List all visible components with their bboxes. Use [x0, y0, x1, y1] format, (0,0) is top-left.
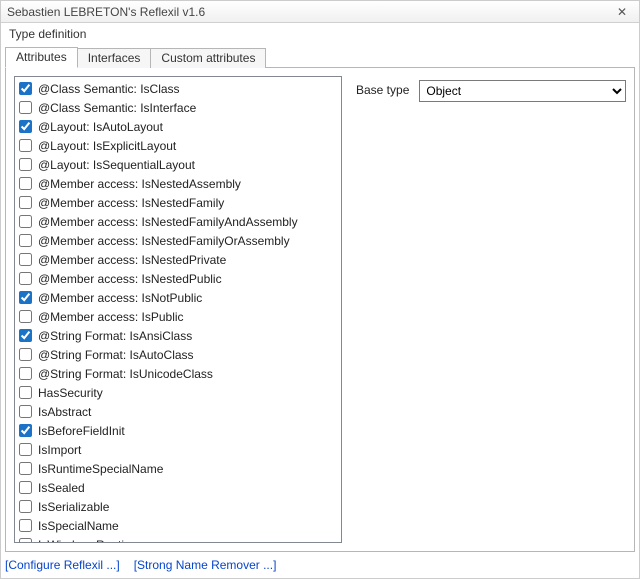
- attribute-checkbox[interactable]: [19, 120, 32, 133]
- attribute-row: @Member access: IsNotPublic: [17, 288, 339, 307]
- attribute-label: IsSealed: [38, 481, 85, 495]
- attribute-checkbox[interactable]: [19, 253, 32, 266]
- attribute-label: @Layout: IsExplicitLayout: [38, 139, 176, 153]
- attribute-label: @Member access: IsNestedFamilyAndAssembl…: [38, 215, 298, 229]
- tab-interfaces[interactable]: Interfaces: [77, 48, 152, 68]
- attribute-label: IsSpecialName: [38, 519, 119, 533]
- attribute-checkbox[interactable]: [19, 348, 32, 361]
- attribute-row: @String Format: IsUnicodeClass: [17, 364, 339, 383]
- attribute-checkbox[interactable]: [19, 82, 32, 95]
- attribute-row: IsRuntimeSpecialName: [17, 459, 339, 478]
- attribute-checkbox[interactable]: [19, 500, 32, 513]
- attribute-label: @Member access: IsNestedPublic: [38, 272, 222, 286]
- attribute-row: IsWindowsRuntime: [17, 535, 339, 543]
- attribute-checkbox[interactable]: [19, 158, 32, 171]
- attribute-row: IsBeforeFieldInit: [17, 421, 339, 440]
- attribute-checkbox[interactable]: [19, 291, 32, 304]
- attribute-label: IsSerializable: [38, 500, 109, 514]
- attribute-row: @Member access: IsNestedFamilyOrAssembly: [17, 231, 339, 250]
- attribute-checkbox[interactable]: [19, 329, 32, 342]
- attribute-row: IsSerializable: [17, 497, 339, 516]
- attribute-checkbox[interactable]: [19, 101, 32, 114]
- attribute-row: @String Format: IsAnsiClass: [17, 326, 339, 345]
- attribute-row: @Member access: IsNestedFamily: [17, 193, 339, 212]
- attribute-checkbox[interactable]: [19, 405, 32, 418]
- attribute-row: IsSealed: [17, 478, 339, 497]
- attribute-label: IsAbstract: [38, 405, 91, 419]
- attribute-row: @Class Semantic: IsClass: [17, 79, 339, 98]
- attributes-listbox[interactable]: @Class Semantic: IsClass @Class Semantic:…: [14, 76, 342, 543]
- attribute-row: @Class Semantic: IsInterface: [17, 98, 339, 117]
- base-type-select[interactable]: Object: [419, 80, 626, 102]
- close-icon: ✕: [617, 5, 627, 19]
- attribute-label: @Member access: IsPublic: [38, 310, 184, 324]
- attribute-row: @Layout: IsSequentialLayout: [17, 155, 339, 174]
- attribute-row: @Member access: IsPublic: [17, 307, 339, 326]
- close-button[interactable]: ✕: [611, 3, 633, 21]
- configure-reflexil-link[interactable]: [Configure Reflexil ...]: [5, 558, 120, 572]
- attribute-label: IsBeforeFieldInit: [38, 424, 125, 438]
- attribute-checkbox[interactable]: [19, 462, 32, 475]
- attribute-label: @String Format: IsAnsiClass: [38, 329, 192, 343]
- base-type-label: Base type: [356, 80, 409, 97]
- footer-links: [Configure Reflexil ...] [Strong Name Re…: [1, 552, 639, 578]
- attribute-label: @String Format: IsAutoClass: [38, 348, 194, 362]
- attribute-row: IsSpecialName: [17, 516, 339, 535]
- attribute-checkbox[interactable]: [19, 196, 32, 209]
- attribute-checkbox[interactable]: [19, 177, 32, 190]
- attribute-label: IsRuntimeSpecialName: [38, 462, 163, 476]
- attribute-checkbox[interactable]: [19, 139, 32, 152]
- attribute-label: @Layout: IsAutoLayout: [38, 120, 163, 134]
- window: Sebastien LEBRETON's Reflexil v1.6 ✕ Typ…: [0, 0, 640, 579]
- base-type-panel: Base type Object: [356, 76, 626, 543]
- attribute-label: @Member access: IsNestedAssembly: [38, 177, 241, 191]
- attribute-row: @Member access: IsNestedAssembly: [17, 174, 339, 193]
- attribute-label: @Class Semantic: IsInterface: [38, 101, 196, 115]
- tab-attributes[interactable]: Attributes: [5, 47, 78, 68]
- attribute-checkbox[interactable]: [19, 538, 32, 543]
- attribute-checkbox[interactable]: [19, 234, 32, 247]
- attribute-label: @Member access: IsNestedFamily: [38, 196, 224, 210]
- attribute-row: @Member access: IsNestedPublic: [17, 269, 339, 288]
- attribute-label: @String Format: IsUnicodeClass: [38, 367, 213, 381]
- attribute-label: @Member access: IsNestedFamilyOrAssembly: [38, 234, 290, 248]
- attribute-row: @Member access: IsNestedFamilyAndAssembl…: [17, 212, 339, 231]
- attribute-checkbox[interactable]: [19, 443, 32, 456]
- window-title: Sebastien LEBRETON's Reflexil v1.6: [7, 5, 611, 19]
- titlebar: Sebastien LEBRETON's Reflexil v1.6 ✕: [1, 1, 639, 23]
- attribute-checkbox[interactable]: [19, 272, 32, 285]
- attribute-label: HasSecurity: [38, 386, 103, 400]
- tabstrip: AttributesInterfacesCustom attributes: [1, 45, 639, 67]
- attribute-checkbox[interactable]: [19, 310, 32, 323]
- attribute-row: @String Format: IsAutoClass: [17, 345, 339, 364]
- attribute-label: IsWindowsRuntime: [38, 538, 141, 544]
- attribute-label: @Member access: IsNotPublic: [38, 291, 202, 305]
- attribute-row: @Layout: IsAutoLayout: [17, 117, 339, 136]
- attribute-label: IsImport: [38, 443, 81, 457]
- page-title: Type definition: [1, 23, 639, 45]
- attribute-checkbox[interactable]: [19, 215, 32, 228]
- attribute-row: IsImport: [17, 440, 339, 459]
- attribute-row: HasSecurity: [17, 383, 339, 402]
- attribute-checkbox[interactable]: [19, 367, 32, 380]
- attribute-checkbox[interactable]: [19, 519, 32, 532]
- tab-custom-attributes[interactable]: Custom attributes: [150, 48, 266, 68]
- attribute-row: IsAbstract: [17, 402, 339, 421]
- tab-content-attributes: @Class Semantic: IsClass @Class Semantic:…: [5, 67, 635, 552]
- attribute-checkbox[interactable]: [19, 481, 32, 494]
- attribute-row: @Layout: IsExplicitLayout: [17, 136, 339, 155]
- attribute-label: @Member access: IsNestedPrivate: [38, 253, 226, 267]
- attribute-label: @Layout: IsSequentialLayout: [38, 158, 195, 172]
- attribute-row: @Member access: IsNestedPrivate: [17, 250, 339, 269]
- attribute-checkbox[interactable]: [19, 386, 32, 399]
- strong-name-remover-link[interactable]: [Strong Name Remover ...]: [134, 558, 277, 572]
- attribute-checkbox[interactable]: [19, 424, 32, 437]
- attribute-label: @Class Semantic: IsClass: [38, 82, 180, 96]
